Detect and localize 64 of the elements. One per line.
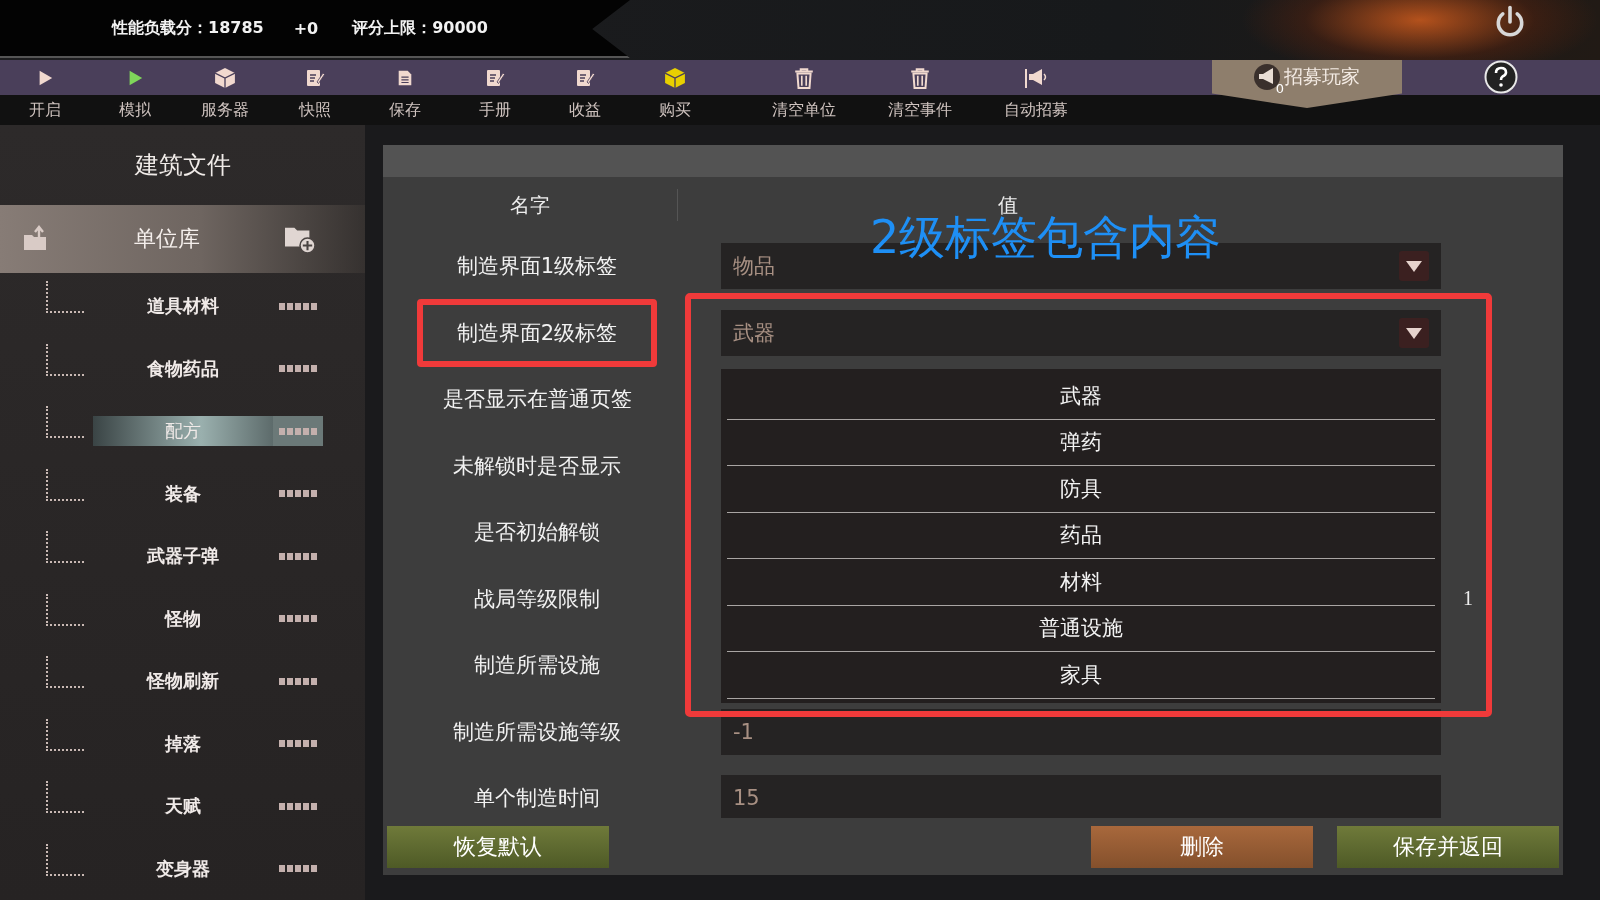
toolbar-button[interactable]: 保存 [360, 60, 450, 125]
dropdown-option[interactable]: 普通设施 [727, 605, 1435, 652]
sidebar-item[interactable]: 怪物 [93, 603, 273, 634]
toolbar-button[interactable]: 清空事件 [862, 60, 978, 125]
toolbar-button[interactable]: 购买 [630, 60, 720, 125]
toolbar-button[interactable]: 开启 [0, 60, 90, 125]
dropdown-option[interactable]: 武器 [727, 373, 1435, 420]
property-name: 制造界面2级标签 [416, 298, 658, 367]
sidebar-item[interactable]: 武器子弹 [93, 541, 273, 572]
sidebar-item[interactable]: 装备 [93, 478, 273, 509]
sidebar-title: 建筑文件 [133, 150, 232, 181]
action-button[interactable]: 保存并返回 [1337, 825, 1559, 868]
tree-connector [46, 406, 84, 438]
drag-handle-icon[interactable] [273, 416, 323, 447]
tree-connector [46, 781, 84, 813]
toolbar-button[interactable]: 清空单位 [746, 60, 862, 125]
property-name: 是否显示在普通页签 [441, 386, 633, 414]
recruit-count: 0 [1275, 81, 1284, 96]
dropdown-field[interactable]: 武器 [721, 309, 1441, 356]
sidebar-item[interactable]: 道具材料 [93, 291, 273, 322]
sidebar-item[interactable]: 变身器 [93, 853, 273, 884]
tree-connector [46, 656, 84, 688]
toolbar-button[interactable]: 服务器 [180, 60, 270, 125]
property-name: 制造所需设施等级 [452, 718, 622, 746]
column-header: 名字 [509, 191, 551, 219]
sidebar-item[interactable]: 天赋 [93, 791, 273, 822]
toolbar-button[interactable]: 快照 [270, 60, 360, 125]
input-field[interactable]: 15 [721, 775, 1441, 818]
tree-connector [46, 531, 84, 563]
property-name: 战局等级限制 [473, 585, 601, 613]
toolbar-button[interactable]: 手册 [450, 60, 540, 125]
score-limit: 评分上限：90000 [352, 17, 488, 39]
dropdown-option[interactable]: 药品 [727, 512, 1435, 559]
dropdown-option[interactable]: 家具 [727, 652, 1435, 699]
library-header[interactable]: 单位库 [0, 205, 365, 273]
help-icon[interactable] [1484, 60, 1518, 94]
caret-icon [1399, 317, 1429, 348]
toolbar-button[interactable]: 收益 [540, 60, 630, 125]
sidebar-item[interactable]: 食物药品 [93, 353, 273, 384]
dropdown-option[interactable]: 弹药 [727, 419, 1435, 466]
score-text: 性能负载分：18785 [112, 17, 264, 39]
tree-connector [46, 843, 84, 876]
caret-icon [1399, 251, 1429, 282]
tree-connector [46, 718, 84, 751]
sidebar-item[interactable]: 怪物刷新 [93, 666, 273, 697]
action-button[interactable]: 恢复默认 [387, 825, 609, 868]
dropdown-option[interactable]: 材料 [727, 559, 1435, 606]
property-name: 制造所需设施 [473, 652, 601, 680]
action-button[interactable]: 删除 [1091, 825, 1313, 868]
sidebar-item[interactable]: 掉落 [93, 728, 273, 759]
tree-connector [46, 593, 84, 626]
score-delta: +0 [293, 18, 319, 38]
property-name: 制造界面1级标签 [455, 253, 619, 281]
toolbar-button[interactable]: 自动招募 [978, 60, 1094, 125]
property-name: 是否初始解锁 [473, 519, 601, 547]
tree-connector [46, 281, 84, 313]
library-title: 单位库 [133, 225, 200, 253]
tree-connector [46, 343, 84, 376]
dropdown-option[interactable]: 防具 [727, 466, 1435, 513]
value-text: 1 [1463, 587, 1473, 611]
property-name: 未解锁时是否显示 [452, 452, 622, 480]
property-name: 单个制造时间 [473, 785, 601, 813]
tree-connector [46, 468, 84, 501]
toolbar-button[interactable]: 模拟 [90, 60, 180, 125]
